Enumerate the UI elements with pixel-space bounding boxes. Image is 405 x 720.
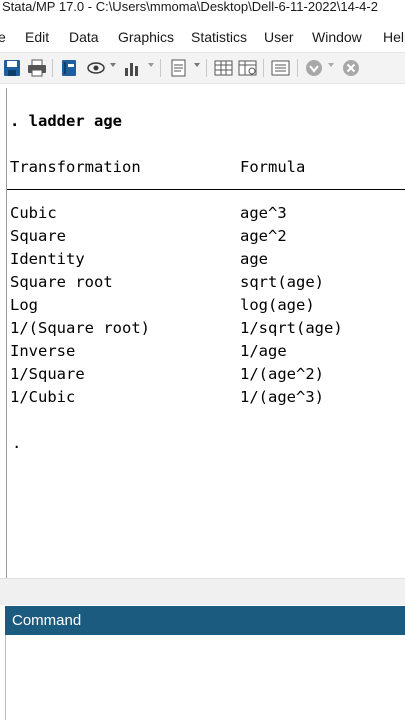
menu-file[interactable]: e	[0, 29, 6, 45]
data-editor-icon[interactable]	[214, 57, 234, 79]
formula-cell: 1/(age^3)	[240, 388, 324, 406]
formula-cell: 1/sqrt(age)	[240, 319, 343, 337]
break-icon[interactable]	[341, 57, 361, 79]
data-browser-icon[interactable]	[238, 57, 258, 79]
transformation-cell: Log	[10, 296, 38, 314]
formula-cell: age^3	[240, 204, 287, 222]
graph-icon[interactable]	[123, 57, 143, 79]
formula-cell: 1/age	[240, 342, 287, 360]
formula-cell: age	[240, 250, 268, 268]
header-formula: Formula	[240, 158, 306, 176]
horizontal-scrollbar[interactable]	[0, 578, 405, 605]
chevron-down-icon[interactable]	[194, 62, 200, 68]
command-input[interactable]	[5, 635, 405, 720]
command-panel-title: Command	[5, 606, 405, 635]
transformation-cell: 1/Square	[10, 365, 85, 383]
menu-graphics[interactable]: Graphics	[118, 29, 174, 45]
window-title: Stata/MP 17.0 - C:\Users\mmoma\Desktop\D…	[0, 0, 405, 22]
chevron-down-icon[interactable]	[110, 62, 116, 68]
transformation-cell: Square	[10, 227, 66, 245]
transformation-cell: Identity	[10, 250, 85, 268]
menu-window[interactable]: Window	[312, 29, 362, 45]
transformation-cell: 1/Cubic	[10, 388, 76, 406]
chevron-down-icon[interactable]	[148, 62, 154, 68]
menu-data[interactable]: Data	[69, 29, 99, 45]
transformation-cell: Square root	[10, 273, 113, 291]
variables-manager-icon[interactable]	[271, 57, 291, 79]
header-rule	[7, 189, 405, 190]
menu-help[interactable]: Help	[383, 29, 405, 45]
more-icon[interactable]	[304, 57, 324, 79]
results-prompt: .	[12, 434, 22, 452]
formula-cell: age^2	[240, 227, 287, 245]
transformation-cell: Inverse	[10, 342, 76, 360]
menu-edit[interactable]: Edit	[25, 29, 49, 45]
header-transformation: Transformation	[10, 158, 141, 176]
menu-bar: e Edit Data Graphics Statistics User Win…	[0, 22, 405, 52]
formula-cell: sqrt(age)	[240, 273, 324, 291]
transformation-cell: 1/(Square root)	[10, 319, 150, 337]
save-icon[interactable]	[3, 57, 21, 79]
menu-statistics[interactable]: Statistics	[191, 29, 247, 45]
formula-cell: 1/(age^2)	[240, 365, 324, 383]
chevron-down-icon[interactable]	[328, 62, 334, 68]
viewer-icon[interactable]	[86, 57, 106, 79]
do-file-editor-icon[interactable]	[170, 57, 188, 79]
results-window[interactable]: . ladder age Transformation Formula Cubi…	[6, 88, 405, 578]
toolbar	[0, 52, 405, 84]
menu-user[interactable]: User	[264, 29, 294, 45]
print-icon[interactable]	[27, 57, 47, 79]
formula-cell: log(age)	[240, 296, 315, 314]
command-echo: . ladder age	[10, 112, 122, 130]
transformation-cell: Cubic	[10, 204, 57, 222]
log-icon[interactable]	[60, 57, 78, 79]
